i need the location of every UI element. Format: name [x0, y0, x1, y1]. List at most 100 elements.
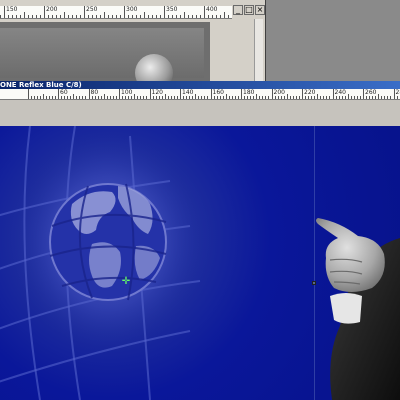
ruler-tick — [103, 94, 105, 99]
ruler-tick — [189, 96, 191, 99]
ruler-tick — [247, 96, 249, 99]
ruler-tick — [326, 96, 328, 99]
ruler-tick — [225, 94, 227, 99]
maximize-button[interactable]: □ — [244, 5, 254, 15]
close-button[interactable]: × — [255, 5, 265, 15]
horizontal-ruler[interactable]: 6080100120140160180200220240260280300 — [0, 89, 400, 100]
ruler-tick — [143, 96, 145, 99]
back-window-image — [0, 28, 204, 78]
ruler-tick — [268, 96, 270, 99]
ruler-tick — [44, 6, 45, 18]
ruler-tick — [231, 96, 233, 99]
document-title-bar[interactable]: ONE Reflex Blue C/8) — [0, 81, 400, 89]
ruler-tick — [186, 96, 188, 99]
ruler-tick — [56, 15, 57, 18]
ruler-tick — [128, 15, 129, 18]
ruler-tick — [161, 96, 163, 99]
ruler-label: 120 — [151, 89, 163, 96]
ruler-tick — [277, 96, 279, 99]
ruler-label: 300 — [126, 6, 138, 13]
ruler-tick — [335, 96, 337, 99]
ruler-tick — [234, 96, 236, 99]
ruler-tick — [68, 15, 69, 18]
ruler-tick — [311, 96, 313, 99]
ruler-tick — [79, 96, 81, 99]
ruler-tick — [39, 96, 41, 99]
ruler-tick — [241, 89, 242, 99]
ruler-tick — [216, 96, 218, 99]
ruler-tick — [96, 15, 97, 18]
ruler-tick — [32, 15, 33, 18]
ruler-tick — [188, 15, 189, 18]
pasteboard-gutter — [0, 100, 400, 130]
ruler-label: 80 — [90, 89, 99, 96]
ruler-tick — [140, 96, 142, 99]
ruler-tick — [140, 15, 141, 18]
ruler-tick — [137, 96, 139, 99]
ruler-tick — [184, 12, 185, 18]
ruler-tick — [100, 96, 102, 99]
back-window-horizontal-ruler: 150200250300350400450 — [0, 6, 232, 19]
ruler-tick — [168, 15, 169, 18]
ruler-tick — [164, 6, 165, 18]
ruler-tick — [119, 89, 120, 99]
ruler-tick — [192, 96, 194, 99]
ruler-tick — [52, 15, 53, 18]
canvas-artwork — [0, 126, 400, 400]
ruler-tick — [208, 15, 209, 18]
ruler-tick — [372, 96, 374, 99]
background-image-window[interactable]: 150200250300350400450 _ □ × — [0, 0, 266, 92]
ruler-label: 240 — [334, 89, 346, 96]
ruler-tick — [108, 15, 109, 18]
ruler-label: 260 — [365, 89, 377, 96]
ruler-tick — [76, 96, 78, 99]
ruler-tick — [115, 96, 117, 99]
ruler-label: 140 — [182, 89, 194, 96]
ruler-tick — [152, 96, 154, 99]
ruler-tick — [387, 96, 389, 99]
ruler-tick — [128, 96, 130, 99]
ruler-tick — [216, 15, 217, 18]
ruler-tick — [314, 96, 316, 99]
guide-anchor-handle[interactable] — [312, 281, 316, 285]
ruler-tick — [85, 96, 87, 99]
ruler-tick — [132, 15, 133, 18]
ruler-tick — [253, 96, 255, 99]
ruler-tick — [148, 15, 149, 18]
ruler-tick — [359, 96, 361, 99]
ruler-tick — [292, 96, 294, 99]
ruler-tick — [94, 96, 96, 99]
ruler-tick — [201, 96, 203, 99]
ruler-tick — [88, 15, 89, 18]
ruler-tick — [390, 96, 392, 99]
minimize-button[interactable]: _ — [233, 5, 243, 15]
ruler-tick — [393, 89, 395, 99]
ruler-tick — [136, 15, 137, 18]
ruler-tick — [58, 89, 59, 99]
back-window-vertical-scrollbar[interactable] — [254, 19, 263, 82]
ruler-label: 400 — [206, 6, 218, 13]
ruler-tick — [198, 96, 200, 99]
ruler-tick — [72, 15, 73, 18]
document-canvas[interactable]: ✛ — [0, 126, 400, 400]
vertical-guide-line[interactable] — [314, 126, 315, 400]
ruler-tick — [200, 15, 201, 18]
ruler-tick — [256, 94, 258, 99]
ruler-tick — [106, 96, 108, 99]
ruler-tick — [112, 15, 113, 18]
ruler-tick — [183, 96, 185, 99]
ruler-tick — [45, 96, 47, 99]
ruler-tick — [262, 96, 264, 99]
ruler-tick — [207, 96, 209, 99]
ruler-tick — [320, 96, 322, 99]
ruler-tick — [160, 15, 161, 18]
ruler-tick — [20, 15, 21, 18]
ruler-tick — [286, 94, 288, 99]
ruler-tick — [27, 89, 29, 99]
ruler-tick — [228, 15, 229, 18]
ruler-tick — [317, 94, 319, 99]
ruler-tick — [80, 15, 81, 18]
ruler-tick — [220, 15, 221, 18]
ruler-tick — [146, 96, 148, 99]
ruler-label: 180 — [243, 89, 255, 96]
